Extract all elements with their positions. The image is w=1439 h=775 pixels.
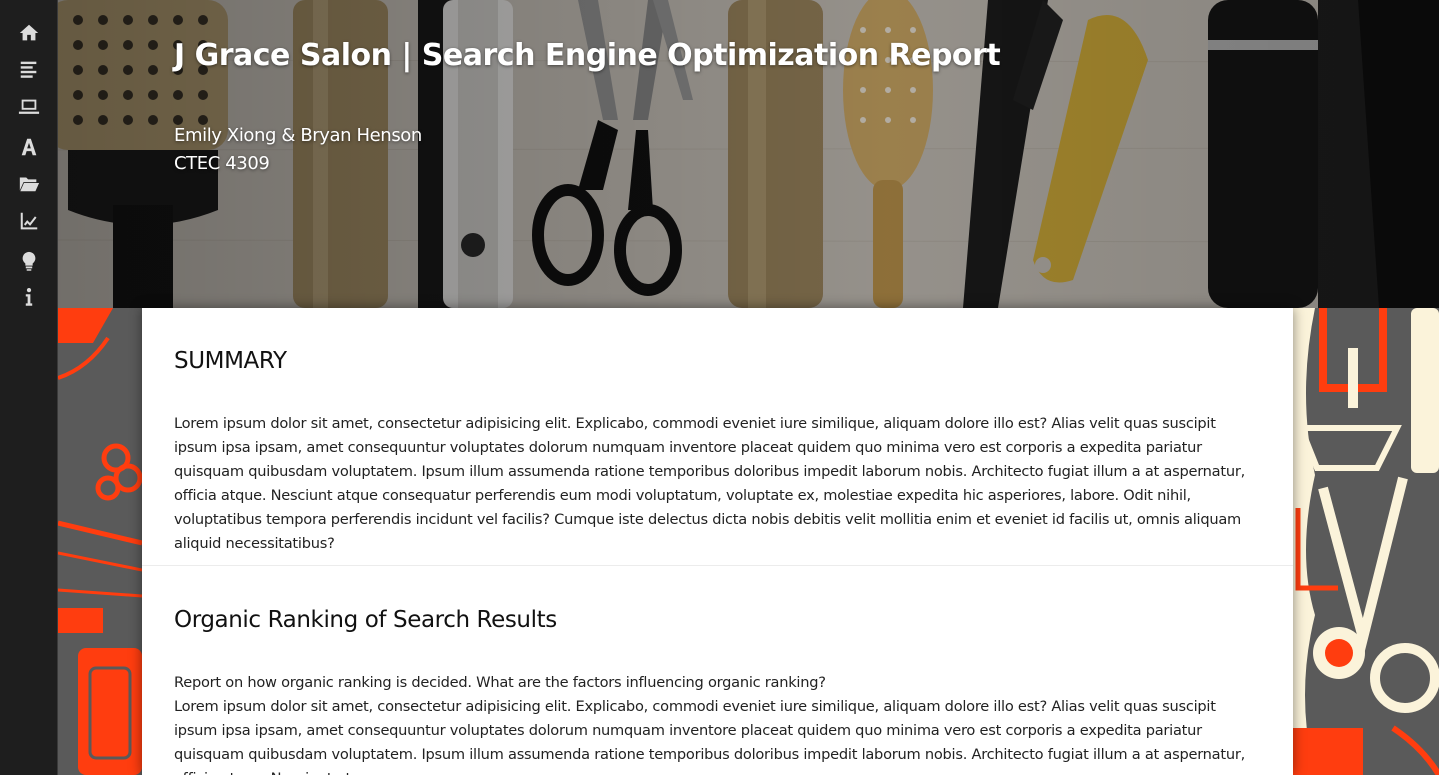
sidebar-item-files[interactable] — [0, 165, 58, 201]
font-icon — [21, 138, 37, 156]
sidebar-item-recommendations[interactable] — [0, 243, 58, 279]
page-title: J Grace Salon | Search Engine Optimizati… — [174, 38, 1001, 73]
decorative-pattern-left — [58, 308, 142, 775]
sidebar-nav — [0, 0, 58, 775]
section-body: Lorem ipsum dolor sit amet, consectetur … — [174, 698, 1245, 775]
laptop-icon — [18, 99, 40, 114]
summary-section: SUMMARY Lorem ipsum dolor sit amet, cons… — [142, 308, 1293, 566]
authors-line: Emily Xiong & Bryan Henson — [174, 125, 422, 146]
list-icon — [20, 61, 37, 78]
course-line: CTEC 4309 — [174, 153, 270, 174]
salon-tools-pattern — [1293, 308, 1439, 775]
sidebar-item-analytics[interactable] — [0, 203, 58, 239]
sidebar-item-home[interactable] — [0, 15, 58, 51]
report-content: SUMMARY Lorem ipsum dolor sit amet, cons… — [142, 308, 1293, 775]
sidebar-item-about[interactable] — [0, 279, 58, 315]
info-icon — [25, 288, 33, 306]
lightbulb-icon — [22, 251, 36, 271]
sidebar-item-summary[interactable] — [0, 51, 58, 87]
sidebar-item-keywords[interactable] — [0, 129, 58, 165]
line-chart-icon — [20, 212, 38, 230]
section-heading: SUMMARY — [174, 348, 287, 374]
decorative-pattern-right — [1293, 308, 1439, 775]
home-icon — [19, 24, 39, 41]
salon-tools-pattern — [58, 308, 142, 775]
folder-open-icon — [19, 177, 40, 192]
hero-banner: J Grace Salon | Search Engine Optimizati… — [58, 0, 1439, 308]
section-body: Lorem ipsum dolor sit amet, consectetur … — [174, 415, 1245, 552]
sidebar-item-search[interactable] — [0, 89, 58, 125]
organic-ranking-section: Organic Ranking of Search Results Report… — [142, 566, 1293, 775]
section-heading: Organic Ranking of Search Results — [174, 607, 557, 633]
section-lead: Report on how organic ranking is decided… — [174, 674, 826, 691]
